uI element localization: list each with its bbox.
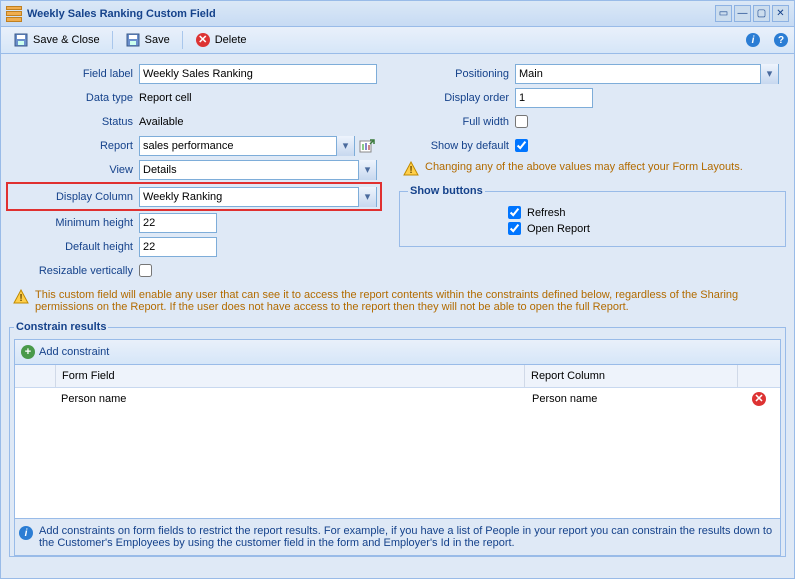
display-order-input[interactable]	[515, 88, 593, 108]
open-report-checkbox[interactable]	[508, 222, 521, 235]
resizable-checkbox[interactable]	[139, 264, 152, 277]
warning-icon: !	[403, 161, 419, 177]
separator	[112, 31, 113, 49]
row-report-column: Person name	[526, 388, 738, 410]
info-icon: i	[19, 525, 33, 541]
refresh-checkbox[interactable]	[508, 206, 521, 219]
report-label: Report	[9, 140, 139, 152]
open-report-icon[interactable]	[359, 138, 375, 154]
show-buttons-fieldset: Show buttons Refresh Open Report	[399, 185, 786, 247]
svg-text:!: !	[19, 293, 22, 304]
access-warning: ! This custom field will enable any user…	[9, 289, 786, 313]
add-constraint-button[interactable]: + Add constraint	[21, 345, 109, 359]
constraint-info-text: Add constraints on form fields to restri…	[39, 525, 776, 549]
view-label: View	[9, 164, 139, 176]
default-height-label: Default height	[9, 241, 139, 253]
window-title: Weekly Sales Ranking Custom Field	[27, 8, 715, 20]
display-column-combo[interactable]: ▾	[139, 187, 377, 207]
positioning-label: Positioning	[399, 68, 515, 80]
refresh-label: Refresh	[527, 207, 566, 219]
show-buttons-legend: Show buttons	[408, 185, 485, 197]
full-width-checkbox[interactable]	[515, 115, 528, 128]
row-form-field: Person name	[55, 388, 526, 410]
delete-row-icon[interactable]: ✕	[752, 392, 766, 406]
display-column-input[interactable]	[143, 188, 358, 206]
status-value: Available	[139, 116, 379, 128]
layout-warning-text: Changing any of the above values may aff…	[425, 161, 743, 173]
save-icon	[125, 32, 141, 48]
constrain-legend: Constrain results	[14, 321, 108, 333]
save-button[interactable]: Save	[118, 29, 177, 51]
constraint-grid: + Add constraint Form Field Report Colum…	[14, 339, 781, 556]
help-icon[interactable]: ?	[773, 32, 789, 48]
open-report-label: Open Report	[527, 223, 590, 235]
save-close-button[interactable]: Save & Close	[6, 29, 107, 51]
toolbar: Save & Close Save ✕ Delete i ?	[1, 27, 794, 54]
save-icon	[13, 32, 29, 48]
col-report-column[interactable]: Report Column	[525, 365, 738, 387]
default-height-input[interactable]	[139, 237, 217, 257]
maximize-button[interactable]: ▢	[753, 5, 770, 22]
status-label: Status	[9, 116, 139, 128]
chevron-down-icon[interactable]: ▾	[760, 64, 778, 84]
info-icon[interactable]: i	[745, 32, 761, 48]
warning-icon: !	[13, 289, 29, 305]
svg-text:!: !	[409, 165, 412, 176]
title-bar: Weekly Sales Ranking Custom Field ▭ — ▢ …	[1, 1, 794, 27]
show-default-label: Show by default	[399, 140, 515, 152]
col-form-field[interactable]: Form Field	[56, 365, 525, 387]
report-combo[interactable]: ▾	[139, 136, 355, 156]
field-label-input[interactable]	[139, 64, 377, 84]
close-button[interactable]: ✕	[772, 5, 789, 22]
positioning-input[interactable]	[519, 65, 760, 83]
display-column-label: Display Column	[9, 191, 139, 203]
view-input[interactable]	[143, 161, 358, 179]
minimize-button[interactable]: —	[734, 5, 751, 22]
view-combo[interactable]: ▾	[139, 160, 377, 180]
table-header: Form Field Report Column	[15, 365, 780, 388]
display-order-label: Display order	[399, 92, 515, 104]
collapse-button[interactable]: ▭	[715, 5, 732, 22]
save-label: Save	[145, 34, 170, 46]
constrain-fieldset: Constrain results + Add constraint Form …	[9, 321, 786, 557]
field-label-label: Field label	[9, 68, 139, 80]
chevron-down-icon[interactable]: ▾	[358, 187, 376, 207]
delete-button[interactable]: ✕ Delete	[188, 29, 254, 51]
resizable-label: Resizable vertically	[9, 265, 139, 277]
data-type-label: Data type	[9, 92, 139, 104]
data-type-value: Report cell	[139, 92, 379, 104]
layout-warning: ! Changing any of the above values may a…	[399, 161, 786, 177]
positioning-combo[interactable]: ▾	[515, 64, 779, 84]
chevron-down-icon[interactable]: ▾	[358, 160, 376, 180]
form-icon	[6, 6, 22, 22]
report-input[interactable]	[143, 137, 336, 155]
plus-icon: +	[21, 345, 35, 359]
delete-icon: ✕	[195, 32, 211, 48]
min-height-input[interactable]	[139, 213, 217, 233]
add-constraint-label: Add constraint	[39, 346, 109, 358]
show-default-checkbox[interactable]	[515, 139, 528, 152]
delete-label: Delete	[215, 34, 247, 46]
full-width-label: Full width	[399, 116, 515, 128]
access-warning-text: This custom field will enable any user t…	[35, 289, 782, 313]
chevron-down-icon[interactable]: ▾	[336, 136, 354, 156]
save-close-label: Save & Close	[33, 34, 100, 46]
min-height-label: Minimum height	[9, 217, 139, 229]
table-row[interactable]: Person name Person name ✕	[15, 388, 780, 410]
constraint-info: i Add constraints on form fields to rest…	[15, 518, 780, 555]
separator	[182, 31, 183, 49]
